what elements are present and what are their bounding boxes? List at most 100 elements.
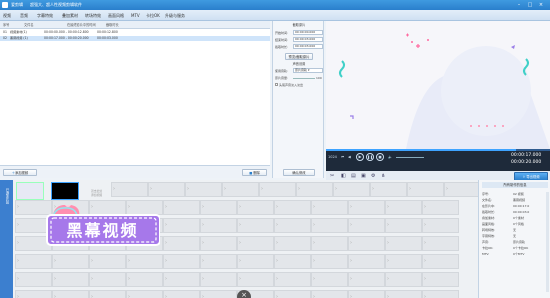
col-filename[interactable]: 文件名	[24, 22, 34, 28]
empty-slot[interactable]: ›	[200, 290, 237, 298]
empty-slot[interactable]: ›	[163, 218, 200, 233]
menu-video[interactable]: 视频	[3, 12, 11, 19]
empty-slot[interactable]: ›	[274, 272, 311, 287]
folder-icon[interactable]: ▤	[351, 173, 356, 179]
snapshot-icon[interactable]: ◧	[341, 173, 346, 179]
empty-slot[interactable]: ›	[348, 200, 385, 215]
play-icon[interactable]: ▶	[356, 153, 364, 161]
empty-slot[interactable]: ›	[126, 272, 163, 287]
panel-close-icon[interactable]: ×	[237, 290, 251, 298]
menu-overlay[interactable]: 叠加素材	[62, 12, 78, 19]
empty-slot[interactable]: ›	[422, 200, 459, 215]
empty-slot[interactable]: ›	[333, 182, 370, 197]
empty-slot[interactable]: ›	[200, 200, 237, 215]
empty-slot[interactable]: ›	[200, 272, 237, 287]
video-preview[interactable]	[326, 21, 550, 149]
volume-slider[interactable]	[293, 78, 315, 79]
confirm-button[interactable]: 确认修改	[283, 169, 315, 176]
empty-slot[interactable]: ›	[385, 290, 422, 298]
empty-slot[interactable]: ›	[348, 236, 385, 251]
empty-slot[interactable]: ›	[89, 272, 126, 287]
empty-slot[interactable]: ›	[163, 236, 200, 251]
audio-track-select[interactable]: 原片音轨 ▾	[293, 68, 323, 73]
end-time-input[interactable]: 00:00:03.000	[293, 37, 323, 42]
empty-slot[interactable]: ›	[222, 182, 259, 197]
empty-slot[interactable]: ›	[259, 182, 296, 197]
empty-slot[interactable]: ›	[407, 182, 444, 197]
empty-slot[interactable]: ›	[111, 182, 148, 197]
empty-slot[interactable]: ›	[348, 290, 385, 298]
empty-slot[interactable]: ›	[385, 236, 422, 251]
minimize-icon[interactable]: –	[516, 2, 522, 8]
empty-slot[interactable]: ›	[52, 290, 89, 298]
info-scrollbar[interactable]	[546, 192, 549, 292]
empty-slot[interactable]: ›	[296, 182, 333, 197]
empty-slot[interactable]: ›	[422, 236, 459, 251]
empty-slot[interactable]: ›	[422, 254, 459, 269]
rewind-icon[interactable]: ⏮	[341, 155, 344, 159]
empty-slot[interactable]: ›	[237, 254, 274, 269]
stop-icon[interactable]: ■	[376, 153, 384, 161]
save-icon[interactable]: ▣	[361, 173, 366, 179]
empty-slot[interactable]: ›	[348, 254, 385, 269]
empty-slot[interactable]: ›	[348, 272, 385, 287]
empty-slot[interactable]: ›	[52, 272, 89, 287]
empty-slot[interactable]: ›	[200, 218, 237, 233]
empty-slot[interactable]: ›	[274, 290, 311, 298]
col-time[interactable]: 在最终影片中的时间	[67, 22, 96, 28]
empty-slot[interactable]: ›	[163, 272, 200, 287]
empty-slot[interactable]: ›	[385, 200, 422, 215]
empty-slot[interactable]: ›	[385, 272, 422, 287]
share-icon[interactable]: ⋔	[381, 173, 385, 179]
volume-slider-player[interactable]	[396, 157, 424, 158]
empty-slot[interactable]: ›	[148, 182, 185, 197]
empty-slot[interactable]: ›	[274, 218, 311, 233]
empty-slot[interactable]: ›	[89, 290, 126, 298]
empty-slot[interactable]: ›	[200, 254, 237, 269]
settings-icon[interactable]: ⚙	[371, 173, 375, 179]
empty-slot[interactable]: ›	[237, 272, 274, 287]
progress-track[interactable]	[326, 149, 550, 151]
empty-slot[interactable]: ›	[311, 200, 348, 215]
preview-clip-button[interactable]: 预览/截取原片	[285, 53, 313, 60]
col-duration[interactable]: 截取时长	[106, 22, 119, 28]
empty-slot[interactable]: ›	[163, 290, 200, 298]
empty-slot[interactable]: ›	[15, 290, 52, 298]
menu-subtitle[interactable]: 字幕特效	[37, 12, 53, 19]
empty-slot[interactable]: ›	[274, 236, 311, 251]
menu-karaoke[interactable]: 卡拉OK	[146, 12, 160, 19]
volume-icon[interactable]: 🔈	[388, 155, 392, 159]
start-time-input[interactable]: 00:00:00.000	[293, 30, 323, 35]
close-icon[interactable]: ×	[538, 2, 544, 8]
menu-style[interactable]: 画面风格	[108, 12, 124, 19]
table-row[interactable]: 01 视频素材(1) 00:00:00.000 - 00:00:12.800 0…	[0, 30, 270, 35]
clip-thumb-2[interactable]	[51, 182, 79, 200]
table-row[interactable]: 02 黑幕视频 (1) 00:00:17.000 - 00:00:20.000 …	[0, 36, 270, 41]
track-side-tab[interactable]: 已添加片段	[0, 180, 13, 298]
empty-slot[interactable]: ›	[422, 218, 459, 233]
empty-slot[interactable]: ›	[237, 218, 274, 233]
empty-slot[interactable]: ›	[89, 254, 126, 269]
delete-button[interactable]: ■ 删除	[242, 169, 267, 176]
empty-slot[interactable]: ›	[237, 236, 274, 251]
empty-slot[interactable]: ›	[311, 218, 348, 233]
menu-upgrade[interactable]: 升级与服务	[165, 12, 185, 19]
empty-slot[interactable]: ›	[274, 200, 311, 215]
empty-slot[interactable]: ›	[422, 272, 459, 287]
duration-input[interactable]: 00:00:03.000	[293, 44, 323, 49]
step-back-icon[interactable]: ◀	[348, 155, 351, 159]
empty-slot[interactable]: ›	[52, 254, 89, 269]
add-video-button[interactable]: ＋添加视频	[3, 169, 37, 176]
empty-slot[interactable]: ›	[444, 182, 478, 197]
empty-slot[interactable]: ›	[15, 254, 52, 269]
cut-icon[interactable]: ✂	[330, 173, 334, 179]
empty-slot[interactable]: ›	[348, 218, 385, 233]
empty-slot[interactable]: ›	[237, 200, 274, 215]
empty-slot[interactable]: ›	[311, 272, 348, 287]
empty-slot[interactable]: ›	[311, 236, 348, 251]
empty-slot[interactable]: ›	[185, 182, 222, 197]
empty-slot[interactable]: ›	[126, 254, 163, 269]
empty-slot[interactable]: ›	[200, 236, 237, 251]
empty-slot[interactable]: ›	[274, 254, 311, 269]
empty-slot[interactable]: ›	[311, 254, 348, 269]
